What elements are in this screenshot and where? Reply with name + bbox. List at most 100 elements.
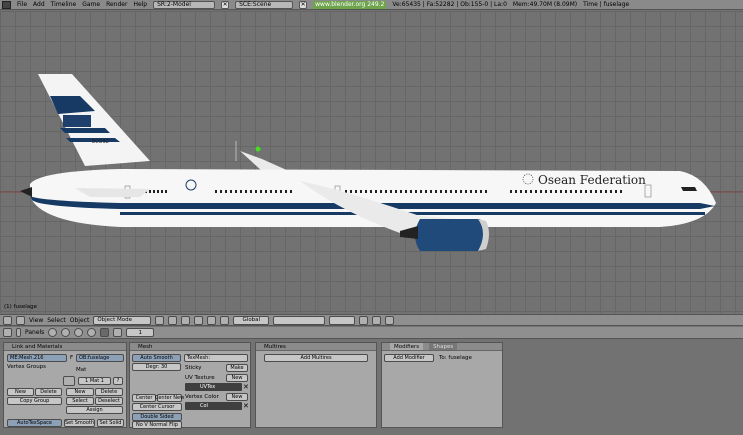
set-smooth-button[interactable]: Set Smooth xyxy=(64,419,95,427)
menu-timeline[interactable]: Timeline xyxy=(51,1,77,8)
auto-smooth-toggle[interactable]: Auto Smooth xyxy=(132,354,181,362)
menu-game[interactable]: Game xyxy=(82,1,100,8)
tail-flag xyxy=(63,115,91,127)
mat-delete-button[interactable]: Delete xyxy=(95,388,123,396)
viewport-object-label: (1) fuselage xyxy=(4,304,37,310)
mat-new-button[interactable]: New xyxy=(66,388,94,396)
livery-text: Osean Federation xyxy=(538,173,646,187)
vcol-layer-item[interactable]: Col xyxy=(185,402,242,410)
object-name-field[interactable]: OB:fuselage xyxy=(76,354,124,362)
editor-type-icon[interactable] xyxy=(2,0,11,9)
panel-title: Link and Materials xyxy=(4,343,126,351)
scene-icon[interactable] xyxy=(113,328,123,337)
editor-type-icon[interactable] xyxy=(3,315,12,325)
vertex-color-label: Vertex Color xyxy=(185,394,219,400)
buttons-window-header: Panels 1 xyxy=(0,327,743,339)
scale-icon[interactable] xyxy=(220,315,230,325)
mat-color-swatch[interactable] xyxy=(63,376,75,386)
mat-help-button[interactable]: ? xyxy=(113,377,123,385)
tab-shapes[interactable]: Shapes xyxy=(429,343,458,350)
screen-selector[interactable]: SR:2-Model xyxy=(153,0,216,9)
orientation-selector[interactable]: Global xyxy=(233,315,270,325)
snap-icon[interactable] xyxy=(372,315,382,325)
double-sided-toggle[interactable]: Double Sided xyxy=(132,413,182,421)
vcol-layer-delete-icon[interactable]: ✕ xyxy=(243,402,249,410)
menu-object[interactable]: Object xyxy=(70,317,90,324)
object-icon[interactable] xyxy=(87,328,97,337)
panels-label: Panels xyxy=(25,329,45,336)
vgroup-delete-button[interactable]: Delete xyxy=(35,388,62,396)
mat-deselect-button[interactable]: Deselect xyxy=(95,397,123,405)
layer-buttons[interactable] xyxy=(273,315,326,325)
scene-selector[interactable]: SCE:Scene xyxy=(235,0,294,9)
script-icon[interactable] xyxy=(61,328,71,337)
3d-viewport[interactable]: ECO32 Osean Federation (1) fuselage xyxy=(0,11,743,313)
add-modifier-button[interactable]: Add Modifier xyxy=(384,354,434,362)
center-button[interactable]: Center xyxy=(132,394,156,402)
3d-view-header: View Select Object Object Mode Global xyxy=(0,314,743,326)
panel-title: Multires xyxy=(256,343,376,351)
menu-add[interactable]: Add xyxy=(33,1,45,8)
rotate-icon[interactable] xyxy=(207,315,217,325)
sticky-make-button[interactable]: Make xyxy=(226,364,248,372)
uv-layer-item[interactable]: UVTex xyxy=(185,383,242,391)
menu-select[interactable]: Select xyxy=(47,317,66,324)
tail-code: ECO32 xyxy=(92,139,109,145)
tail-fin xyxy=(38,74,150,166)
panel-title: Mesh xyxy=(130,343,250,351)
mat-select-button[interactable]: Select xyxy=(66,397,94,405)
airplane-render: ECO32 Osean Federation xyxy=(0,11,743,313)
engine-nacelle xyxy=(415,219,485,251)
mesh-panel: Mesh Auto Smooth Degr: 30 TexMesh: Stick… xyxy=(129,342,251,429)
multires-panel: Multires Add Multires xyxy=(255,342,377,428)
editing-icon[interactable] xyxy=(100,328,110,337)
manipulator-icon[interactable] xyxy=(181,315,191,325)
uv-texture-label: UV Texture xyxy=(185,375,215,381)
editor-type-icon[interactable] xyxy=(3,328,12,337)
header-collapse-icon[interactable] xyxy=(16,315,25,325)
cockpit-windows xyxy=(681,187,697,191)
frame-field[interactable]: 1 xyxy=(126,328,155,337)
header-collapse-icon[interactable] xyxy=(16,328,21,337)
vgroup-new-button[interactable]: New xyxy=(7,388,34,396)
close-screen-icon[interactable]: ✕ xyxy=(221,0,230,9)
menu-file[interactable]: File xyxy=(17,1,27,8)
object-origin-marker xyxy=(255,146,261,152)
menu-render[interactable]: Render xyxy=(106,1,127,8)
translate-icon[interactable] xyxy=(194,315,204,325)
modifiers-panel: Modifiers Shapes Add Modifier To: fusela… xyxy=(381,342,503,428)
logic-icon[interactable] xyxy=(48,328,58,337)
menu-view[interactable]: View xyxy=(29,317,43,324)
link-materials-panel: Link and Materials ME:Mesh.216 F OB:fuse… xyxy=(3,342,127,428)
center-new-button[interactable]: Center New xyxy=(155,394,184,402)
layer-buttons-2[interactable] xyxy=(329,315,356,325)
shading-icon[interactable] xyxy=(74,328,84,337)
texmesh-field[interactable]: TexMesh: xyxy=(184,354,248,362)
info-header: File Add Timeline Game Render Help SR:2-… xyxy=(0,0,743,10)
lock-icon[interactable] xyxy=(359,315,369,325)
vertex-color-new-button[interactable]: New xyxy=(226,393,248,401)
draw-type-icon[interactable] xyxy=(155,315,165,325)
mode-selector[interactable]: Object Mode xyxy=(93,315,152,325)
memory-stats: Mem:49.70M (8.09M) xyxy=(512,1,578,8)
pivot-icon[interactable] xyxy=(168,315,178,325)
center-cursor-button[interactable]: Center Cursor xyxy=(132,403,182,411)
add-multires-button[interactable]: Add Multires xyxy=(264,354,368,362)
set-solid-button[interactable]: Set Solid xyxy=(97,419,124,427)
mat-assign-button[interactable]: Assign xyxy=(66,406,123,414)
render-preview-icon[interactable] xyxy=(385,315,395,325)
mesh-name-field[interactable]: ME:Mesh.216 xyxy=(7,354,67,362)
menu-help[interactable]: Help xyxy=(133,1,147,8)
uv-texture-new-button[interactable]: New xyxy=(226,374,248,382)
tail-stripe-2 xyxy=(60,128,110,133)
vertex-groups-label: Vertex Groups xyxy=(7,364,47,370)
copy-group-button[interactable]: Copy Group xyxy=(7,397,62,405)
degr-field[interactable]: Degr: 30 xyxy=(132,363,181,371)
tab-modifiers[interactable]: Modifiers xyxy=(390,343,424,350)
close-scene-icon[interactable]: ✕ xyxy=(299,0,308,9)
uv-layer-delete-icon[interactable]: ✕ xyxy=(243,383,249,391)
mat-label: Mat xyxy=(76,367,87,373)
no-v-normal-flip-toggle[interactable]: No V Normal Flip xyxy=(132,421,182,429)
mat-index-field[interactable]: 1 Mat 1 xyxy=(78,377,111,385)
autotexspace-toggle[interactable]: AutoTexSpace xyxy=(7,419,62,427)
